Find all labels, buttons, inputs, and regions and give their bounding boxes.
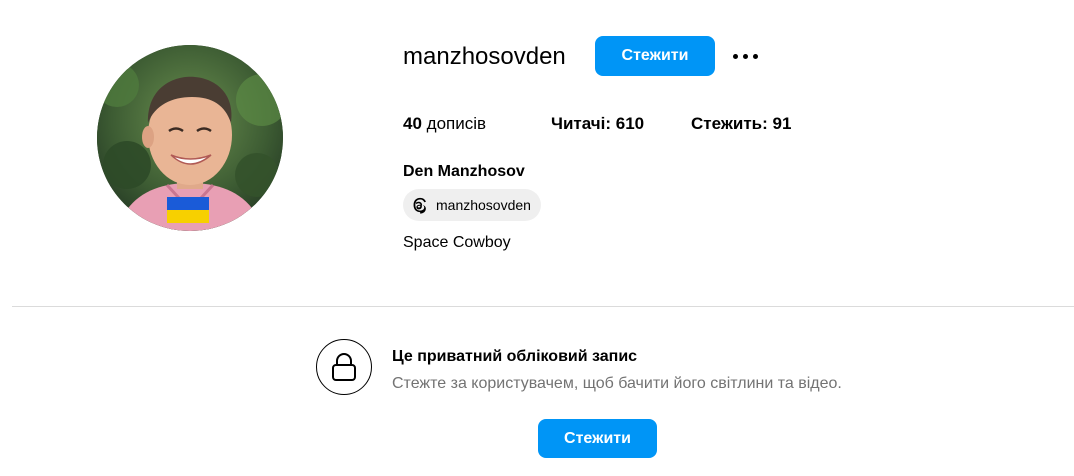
following-stat[interactable]: Стежить: 91 xyxy=(691,113,791,135)
profile-full-name: Den Manzhosov xyxy=(403,163,525,180)
following-label: Стежить: xyxy=(691,114,768,133)
more-options-icon[interactable] xyxy=(727,41,763,71)
threads-handle: manzhosovden xyxy=(436,197,531,213)
posts-label: дописів xyxy=(426,114,487,133)
more-dot xyxy=(732,53,738,59)
threads-link[interactable]: manzhosovden xyxy=(403,189,541,221)
more-dot xyxy=(752,53,758,59)
profile-username: manzhosovden xyxy=(403,43,566,70)
follow-button[interactable]: Стежити xyxy=(595,36,715,76)
followers-stat[interactable]: Читачі: 610 xyxy=(551,113,644,135)
lock-icon xyxy=(316,339,372,395)
private-account-subtitle: Стежте за користувачем, щоб бачити його … xyxy=(392,375,842,392)
private-account-title: Це приватний обліковий запис xyxy=(392,348,638,365)
profile-avatar[interactable] xyxy=(97,45,283,231)
following-count: 91 xyxy=(772,114,792,133)
more-dot xyxy=(742,53,748,59)
profile-page: manzhosovden Стежити 40 дописів Читачі: … xyxy=(0,0,1074,476)
threads-icon xyxy=(411,196,429,214)
posts-count-stat: 40 дописів xyxy=(403,113,486,135)
followers-label: Читачі: xyxy=(551,114,612,133)
profile-bio: Space Cowboy xyxy=(403,234,511,251)
posts-count: 40 xyxy=(403,114,422,133)
section-divider xyxy=(12,306,1074,307)
followers-count: 610 xyxy=(615,114,645,133)
follow-button-private[interactable]: Стежити xyxy=(538,419,657,458)
avatar-photo xyxy=(97,45,283,231)
